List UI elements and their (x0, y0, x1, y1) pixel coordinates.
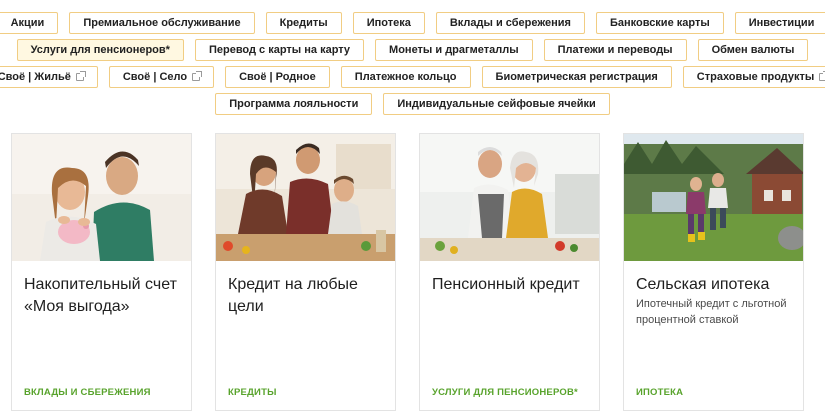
external-link-icon (819, 71, 825, 81)
tag-svoe-native[interactable]: Своё | Родное (225, 66, 330, 88)
card-subtitle: Ипотечный кредит с льготной процентной с… (636, 298, 787, 326)
card-title: Сельская ипотека (636, 276, 770, 293)
tag-loyalty[interactable]: Программа лояльности (215, 93, 373, 115)
external-link-icon (75, 71, 86, 81)
tag-currency-exchange[interactable]: Обмен валюты (697, 39, 809, 61)
card-title: Кредит на любые цели (228, 276, 358, 315)
tag-row-2: Услуги для пенсионеров* Перевод с карты … (0, 39, 825, 61)
tag-coins-metals[interactable]: Монеты и драгметаллы (375, 39, 533, 61)
tag-row-1: Акции Премиальное обслуживание Кредиты И… (0, 12, 825, 34)
tag-payments[interactable]: Платежи и переводы (543, 39, 687, 61)
tag-mortgage[interactable]: Ипотека (352, 12, 425, 34)
tag-investments[interactable]: Инвестиции (734, 12, 825, 34)
tag-insurance-label: Страховые продукты (696, 71, 815, 83)
card-title: Пенсионный кредит (432, 276, 580, 293)
tag-row-4: Программа лояльности Индивидуальные сейф… (0, 93, 825, 115)
card-image-family-kitchen (216, 134, 395, 261)
tag-safe-deposit[interactable]: Индивидуальные сейфовые ячейки (383, 93, 610, 115)
tag-svoe-housing[interactable]: Своё | Жильё (0, 66, 98, 88)
tag-card-transfer[interactable]: Перевод с карты на карту (194, 39, 365, 61)
tag-biometric[interactable]: Биометрическая регистрация (481, 66, 672, 88)
product-cards: Накопительный счет «Моя выгода» ВКЛАДЫ И… (11, 133, 804, 411)
tag-svoe-housing-label: Своё | Жильё (0, 71, 71, 83)
card-category[interactable]: КРЕДИТЫ (228, 387, 277, 398)
tag-payment-ring[interactable]: Платежное кольцо (340, 66, 471, 88)
product-card-pension-credit[interactable]: Пенсионный кредит УСЛУГИ ДЛЯ ПЕНСИОНЕРОВ… (419, 133, 600, 411)
card-image-elderly-couple (420, 134, 599, 261)
product-card-savings[interactable]: Накопительный счет «Моя выгода» ВКЛАДЫ И… (11, 133, 192, 411)
product-card-credit[interactable]: Кредит на любые цели КРЕДИТЫ (215, 133, 396, 411)
tag-bank-cards[interactable]: Банковские карты (595, 12, 724, 34)
external-link-icon (192, 71, 203, 81)
tag-promotions[interactable]: Акции (0, 12, 59, 34)
tag-pensioners[interactable]: Услуги для пенсионеров* (16, 39, 184, 61)
card-category[interactable]: ВКЛАДЫ И СБЕРЕЖЕНИЯ (24, 387, 151, 398)
tag-premium-service[interactable]: Премиальное обслуживание (69, 12, 255, 34)
tag-insurance[interactable]: Страховые продукты (682, 66, 825, 88)
card-image-family-piggybank (12, 134, 191, 261)
card-category[interactable]: ИПОТЕКА (636, 387, 683, 398)
tag-row-3: Своё | Жильё Своё | Село Своё | Родное П… (0, 66, 825, 88)
product-card-rural-mortgage[interactable]: Сельская ипотека Ипотечный кредит с льго… (623, 133, 804, 411)
card-title: Накопительный счет «Моя выгода» (24, 276, 177, 315)
tag-credits[interactable]: Кредиты (265, 12, 342, 34)
card-category[interactable]: УСЛУГИ ДЛЯ ПЕНСИОНЕРОВ* (432, 387, 578, 398)
tag-svoe-village[interactable]: Своё | Село (108, 66, 215, 88)
card-image-children-village (624, 134, 803, 261)
tag-svoe-village-label: Своё | Село (122, 71, 188, 83)
tag-deposits[interactable]: Вклады и сбережения (435, 12, 585, 34)
